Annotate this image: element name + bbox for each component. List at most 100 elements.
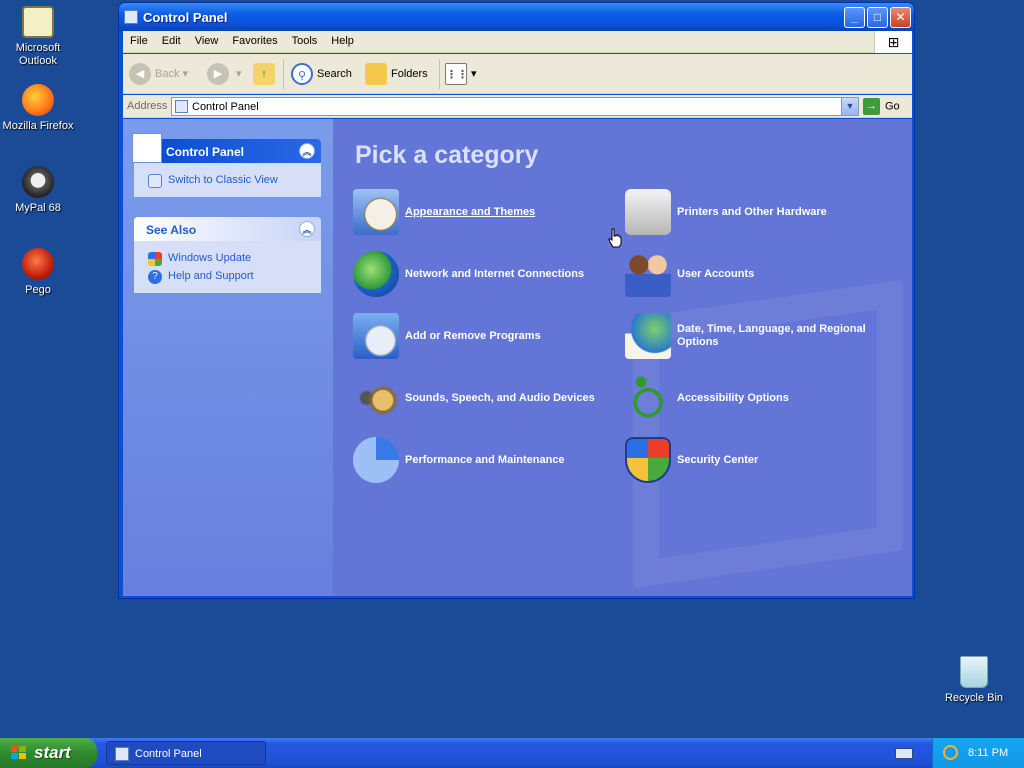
toolbar-separator <box>439 59 440 89</box>
collapse-chevron-icon[interactable]: ︽ <box>299 221 315 237</box>
task-pane: Control Panel ︽ Switch to Classic View S… <box>123 119 333 596</box>
category-label: Add or Remove Programs <box>405 330 541 342</box>
category-label: Accessibility Options <box>677 392 789 404</box>
desktop-icon-label: Mozilla Firefox <box>2 120 74 132</box>
category-network-internet[interactable]: Network and Internet Connections <box>353 251 623 301</box>
address-bar: Address Control Panel ▼ → Go <box>123 95 912 118</box>
help-support-label: Help and Support <box>168 270 254 282</box>
desktop-icon-label: Microsoft Outlook <box>15 42 61 67</box>
search-tray-icon[interactable] <box>943 745 958 760</box>
start-button[interactable]: start <box>0 738 97 768</box>
category-date-time-regional[interactable]: Date, Time, Language, and Regional Optio… <box>625 313 895 363</box>
up-folder-button[interactable]: ↑ <box>253 61 279 87</box>
menu-help[interactable]: Help <box>324 31 361 51</box>
page-title: Pick a category <box>355 141 539 169</box>
menu-tools[interactable]: Tools <box>285 31 325 51</box>
category-label: Date, Time, Language, and Regional Optio… <box>677 323 866 348</box>
address-dropdown-arrow-icon[interactable]: ▼ <box>841 98 858 115</box>
see-also-box: See Also ︽ Windows Update ? Help and Sup… <box>134 217 321 293</box>
forward-arrow-icon: ▶ <box>207 63 229 86</box>
collapse-chevron-icon[interactable]: ︽ <box>299 143 315 159</box>
clock[interactable]: 8:11 PM <box>968 747 1008 759</box>
desktop-icon-pego[interactable]: Pego <box>0 248 78 297</box>
category-pane: Pick a category Appearance and Themes Pr… <box>333 119 912 596</box>
appearance-themes-icon <box>353 189 399 235</box>
see-also-header[interactable]: See Also ︽ <box>134 217 321 241</box>
maximize-button[interactable]: □ <box>867 7 888 28</box>
views-button[interactable]: ⋮⋮ ▾ <box>445 61 477 87</box>
control-panel-box-body: Switch to Classic View <box>134 163 321 197</box>
menu-favorites[interactable]: Favorites <box>225 31 284 51</box>
control-panel-box: Control Panel ︽ Switch to Classic View <box>132 133 321 197</box>
category-user-accounts[interactable]: User Accounts <box>625 251 895 301</box>
control-panel-icon <box>115 747 129 761</box>
close-button[interactable]: ✕ <box>890 7 911 28</box>
taskbar-item-control-panel[interactable]: Control Panel <box>106 741 266 765</box>
address-input[interactable]: Control Panel ▼ <box>171 97 859 116</box>
folders-button[interactable]: Folders <box>365 61 428 87</box>
forward-button[interactable]: ▶ ▾ <box>207 61 242 87</box>
category-performance-maintenance[interactable]: Performance and Maintenance <box>353 437 623 487</box>
menu-bar: File Edit View Favorites Tools Help ⊞ <box>123 31 912 53</box>
control-panel-box-header[interactable]: Control Panel ︽ <box>132 133 321 163</box>
help-support-link[interactable]: ? Help and Support <box>144 267 311 285</box>
sounds-icon <box>353 375 399 421</box>
control-panel-window: Control Panel _ □ ✕ File Edit View Favorite… <box>118 2 915 599</box>
performance-icon <box>353 437 399 483</box>
keyboard-icon[interactable] <box>895 748 913 759</box>
up-folder-icon: ↑ <box>253 63 275 86</box>
start-label: start <box>34 743 71 762</box>
desktop-icon-label: Pego <box>25 284 51 296</box>
windows-logo-icon <box>11 746 26 759</box>
content-area: Control Panel ︽ Switch to Classic View S… <box>123 119 912 596</box>
switch-classic-view-label: Switch to Classic View <box>168 174 278 186</box>
desktop-icon-outlook[interactable]: Microsoft Outlook <box>0 6 78 68</box>
minimize-button[interactable]: _ <box>844 7 865 28</box>
category-label: User Accounts <box>677 268 755 280</box>
category-label: Performance and Maintenance <box>405 454 565 466</box>
category-printers-hardware[interactable]: Printers and Other Hardware <box>625 189 895 239</box>
accessibility-icon <box>625 375 671 421</box>
category-label: Network and Internet Connections <box>405 268 585 280</box>
category-security-center[interactable]: Security Center <box>625 437 895 487</box>
switch-classic-view-link[interactable]: Switch to Classic View <box>144 171 311 189</box>
category-accessibility[interactable]: Accessibility Options <box>625 375 895 425</box>
outlook-icon <box>22 6 54 38</box>
hand-cursor-icon <box>608 228 622 248</box>
recycle-bin-icon <box>960 656 988 688</box>
back-button[interactable]: ◀ Back ▾ <box>129 61 188 87</box>
security-shield-icon <box>625 437 671 483</box>
back-label: Back <box>155 68 180 80</box>
address-value: Control Panel <box>192 101 259 113</box>
add-remove-programs-icon <box>353 313 399 359</box>
category-label: Security Center <box>677 454 759 466</box>
windows-update-icon <box>148 252 162 266</box>
menu-edit[interactable]: Edit <box>155 31 188 51</box>
go-button[interactable]: → Go <box>863 98 900 116</box>
go-arrow-icon: → <box>863 98 880 115</box>
mypal-icon <box>22 166 54 198</box>
see-also-body: Windows Update ? Help and Support <box>134 241 321 293</box>
pego-icon <box>22 248 54 280</box>
network-icon <box>353 251 399 297</box>
folders-label: Folders <box>391 68 428 80</box>
control-panel-box-title: Control Panel <box>166 145 245 159</box>
toolbar: ◀ Back ▾ ▶ ▾ ↑ ⚲ Search Folders ⋮⋮ ▾ <box>123 54 912 94</box>
see-also-title: See Also <box>146 223 197 237</box>
title-bar[interactable]: Control Panel _ □ ✕ <box>119 3 914 31</box>
toolbar-separator <box>283 59 284 89</box>
help-icon: ? <box>148 270 162 284</box>
category-add-remove-programs[interactable]: Add or Remove Programs <box>353 313 623 363</box>
desktop-icon-recycle-bin[interactable]: Recycle Bin <box>934 656 1014 705</box>
user-accounts-icon <box>625 251 671 297</box>
menu-view[interactable]: View <box>188 31 226 51</box>
category-sounds-speech-audio[interactable]: Sounds, Speech, and Audio Devices <box>353 375 623 425</box>
windows-update-label: Windows Update <box>168 252 252 264</box>
search-button[interactable]: ⚲ Search <box>291 61 352 87</box>
desktop-icon-mypal[interactable]: MyPal 68 <box>0 166 78 215</box>
windows-update-link[interactable]: Windows Update <box>144 249 311 267</box>
category-label: Printers and Other Hardware <box>677 206 827 218</box>
category-appearance-themes[interactable]: Appearance and Themes <box>353 189 623 239</box>
menu-file[interactable]: File <box>123 31 155 51</box>
desktop-icon-firefox[interactable]: Mozilla Firefox <box>0 84 78 133</box>
